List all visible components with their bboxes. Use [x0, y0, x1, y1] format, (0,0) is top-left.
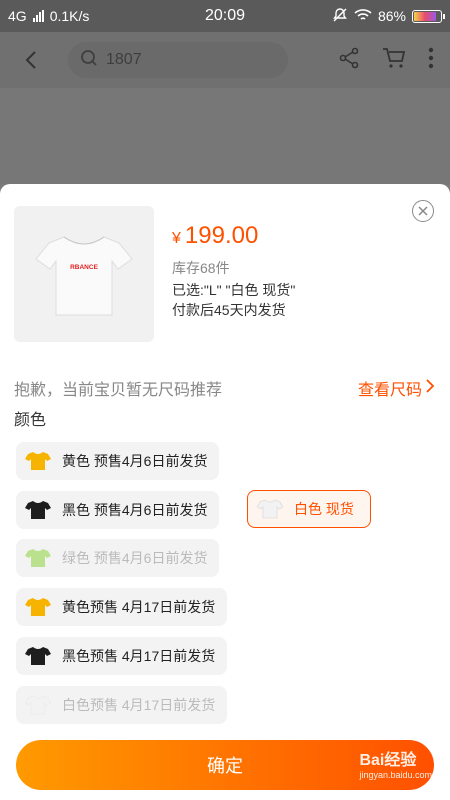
no-size-notice: 抱歉，当前宝贝暂无尺码推荐	[14, 382, 223, 399]
color-option-label: 白色预售 4月17日前发货	[62, 697, 216, 713]
network-speed: 0.1K/s	[49, 8, 90, 24]
currency-symbol: ¥	[172, 230, 181, 247]
cart-icon[interactable]	[382, 47, 406, 74]
confirm-bar: 确定 Bai经验 jingyan.baidu.com	[0, 730, 450, 800]
color-option[interactable]: 黄色 预售4月6日前发货	[16, 442, 220, 480]
product-image[interactable]: RBANCE	[14, 206, 154, 342]
color-option[interactable]: 白色预售 4月17日前发货	[16, 686, 228, 724]
search-icon	[80, 49, 98, 72]
color-section-title: 颜色	[14, 412, 47, 429]
selected-options: 已选:"L" "白色 现货"	[172, 282, 296, 298]
stock-count: 库存68件	[172, 260, 230, 276]
network-type: 4G	[8, 8, 27, 24]
sku-selector-sheet: RBANCE ¥199.00 库存68件 已选:"L" "白色 现货" 付款后4…	[0, 184, 450, 800]
search-input[interactable]: 1807	[68, 42, 288, 78]
price-value: 199.00	[184, 222, 259, 249]
color-option[interactable]: 绿色 预售4月6日前发货	[16, 539, 220, 577]
dimmed-background[interactable]	[0, 88, 450, 184]
price: ¥199.00	[172, 222, 258, 250]
color-option-label: 黄色预售 4月17日前发货	[62, 599, 216, 615]
tshirt-swatch-icon	[24, 547, 52, 569]
back-icon[interactable]	[16, 45, 46, 75]
size-chart-label: 查看尺码	[357, 382, 422, 399]
confirm-label: 确定	[207, 756, 243, 776]
close-icon[interactable]	[412, 200, 434, 222]
nav-bar: 1807	[0, 32, 450, 88]
color-option-label: 白色 现货	[294, 501, 354, 517]
shipping-info: 付款后45天内发货	[172, 302, 286, 318]
tshirt-swatch-icon	[24, 450, 52, 472]
watermark-text: Bai经验	[359, 752, 417, 769]
clock: 20:09	[204, 7, 246, 24]
chevron-right-icon	[426, 378, 435, 398]
color-option[interactable]: 黑色 预售4月6日前发货	[16, 491, 220, 529]
wifi-icon	[354, 8, 372, 25]
signal-icon	[32, 10, 44, 22]
tshirt-swatch-icon	[256, 498, 284, 520]
tshirt-swatch-icon	[24, 694, 52, 716]
color-option[interactable]: 黑色预售 4月17日前发货	[16, 637, 228, 675]
shirt-logo: RBANCE	[70, 264, 98, 271]
color-option-selected[interactable]: 白色 现货	[247, 490, 371, 528]
color-option-label: 黑色 预售4月6日前发货	[62, 502, 208, 518]
tshirt-swatch-icon	[24, 596, 52, 618]
tshirt-swatch-icon	[24, 645, 52, 667]
tshirt-swatch-icon	[24, 499, 52, 521]
share-icon[interactable]	[338, 47, 360, 74]
watermark-url: jingyan.baidu.com	[359, 770, 432, 780]
battery-percent: 86%	[377, 8, 406, 24]
battery-icon	[412, 9, 445, 23]
color-option-label: 绿色 预售4月6日前发货	[62, 550, 208, 566]
search-text: 1807	[106, 51, 142, 68]
color-option-label: 黑色预售 4月17日前发货	[62, 648, 216, 664]
watermark-logo: Bai经验 jingyan.baidu.com	[359, 746, 432, 780]
more-icon[interactable]	[428, 47, 434, 74]
color-option-label: 黄色 预售4月6日前发货	[62, 453, 208, 469]
status-bar: 4G 0.1K/s 20:09 86%	[0, 0, 450, 32]
size-chart-link[interactable]: 查看尺码	[357, 376, 435, 400]
color-option[interactable]: 黄色预售 4月17日前发货	[16, 588, 228, 626]
mute-alarm-icon	[332, 7, 348, 26]
